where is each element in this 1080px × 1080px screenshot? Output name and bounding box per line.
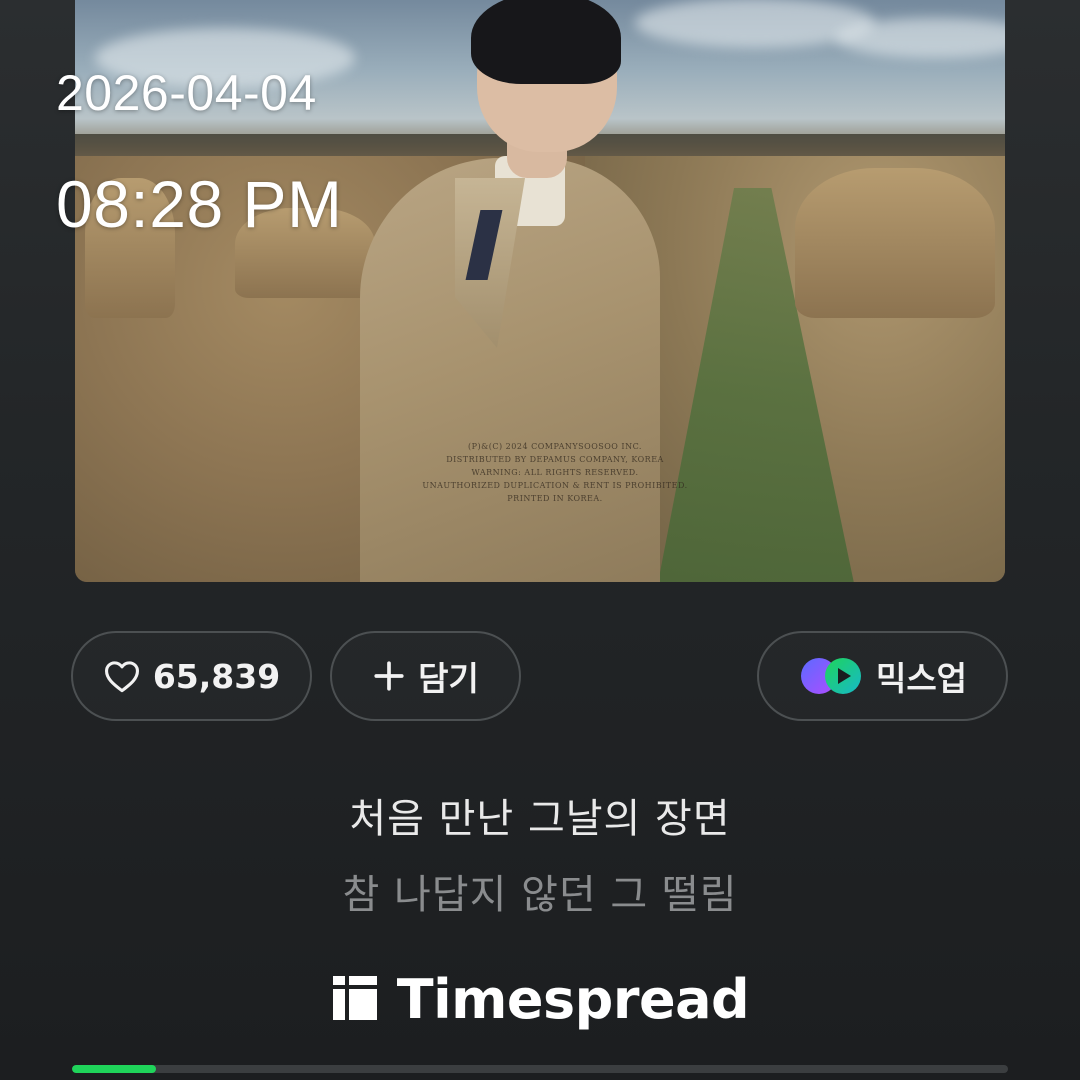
overlay-date: 2026-04-04 <box>56 65 317 121</box>
mixup-label: 믹스업 <box>875 659 968 698</box>
playback-progress-fill <box>72 1065 157 1073</box>
overlay-time: 08:28 PM <box>56 167 343 241</box>
plus-icon <box>372 659 406 693</box>
playback-progress-bar[interactable] <box>72 1065 1008 1073</box>
like-count: 65,839 <box>152 656 281 696</box>
like-button[interactable]: 65,839 <box>71 631 312 721</box>
lyric-next-line: 참 나답지 않던 그 떨림 <box>342 872 738 918</box>
add-to-playlist-button[interactable]: 담기 <box>330 631 521 721</box>
add-label: 담기 <box>418 659 479 698</box>
album-copyright: (P)&(C) 2024 COMPANYSOOSOO INC. DISTRIBU… <box>422 442 688 503</box>
brand-name: Timespread <box>396 968 750 1031</box>
timespread-logo-icon <box>331 974 379 1026</box>
mixup-icon <box>798 655 864 697</box>
mixup-button[interactable]: 믹스업 <box>757 631 1008 721</box>
lyric-current-line: 처음 만난 그날의 장면 <box>349 796 731 842</box>
brand-watermark: Timespread <box>0 968 1080 1031</box>
heart-icon <box>103 659 141 693</box>
player-screen: (P)&(C) 2024 COMPANYSOOSOO INC. DISTRIBU… <box>0 0 1080 1080</box>
